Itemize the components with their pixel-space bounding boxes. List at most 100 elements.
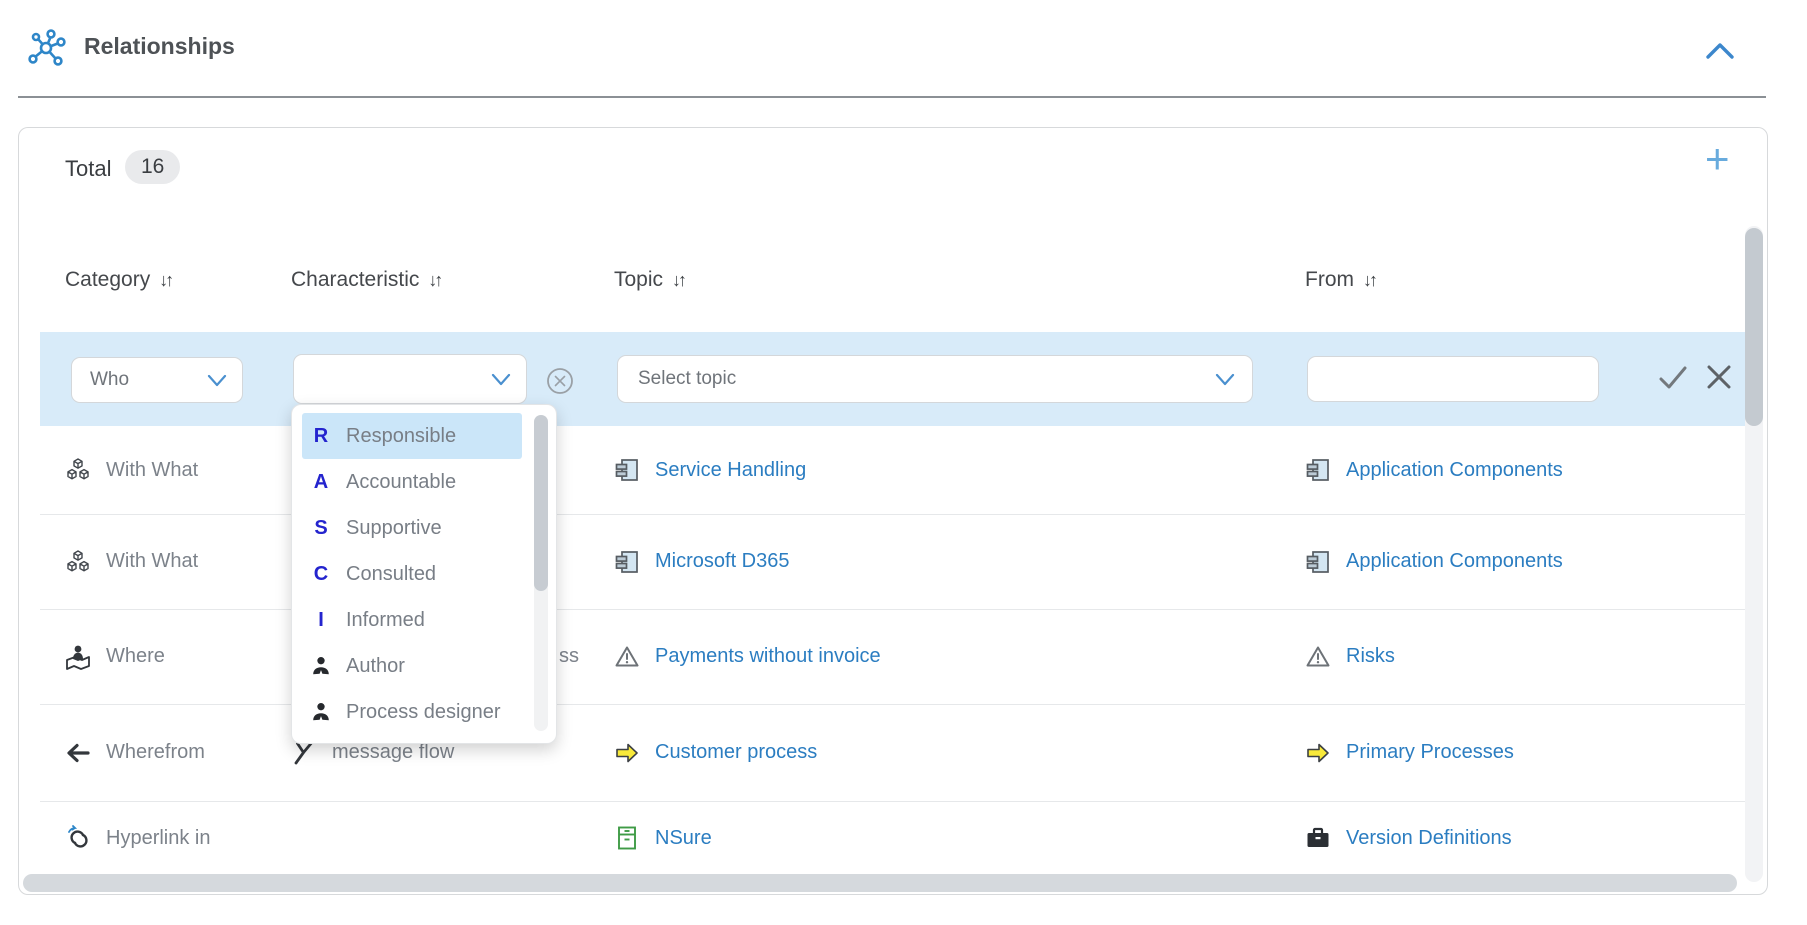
person-icon	[310, 701, 332, 723]
dropdown-item-responsible[interactable]: R Responsible	[302, 413, 522, 459]
row-category: Hyperlink in	[65, 825, 291, 851]
relationships-panel: Total 16 + Category ↓↑ Characteristic ↓↑…	[18, 127, 1768, 895]
total-count-badge: 16	[125, 150, 180, 184]
where-icon	[65, 644, 91, 670]
column-label: Topic	[614, 268, 663, 292]
sort-icon[interactable]: ↓↑	[159, 270, 174, 291]
column-label: Characteristic	[291, 268, 419, 292]
sort-icon[interactable]: ↓↑	[672, 270, 687, 291]
add-relationship-button[interactable]: +	[1705, 138, 1730, 180]
row-category: With What	[65, 457, 291, 483]
total-label: Total	[65, 156, 111, 182]
from-link[interactable]: Application Components	[1346, 550, 1563, 573]
topic-link[interactable]: Service Handling	[655, 459, 806, 482]
relationships-icon	[26, 27, 68, 69]
category-label: Wherefrom	[106, 741, 205, 764]
topic-link[interactable]: Payments without invoice	[655, 645, 881, 668]
dropdown-item-label: Accountable	[346, 471, 456, 494]
dropdown-item-consulted[interactable]: C Consulted	[302, 551, 522, 597]
dropdown-item-informed[interactable]: I Informed	[302, 597, 522, 643]
cubes-icon	[65, 549, 91, 575]
characteristic-select[interactable]	[293, 354, 527, 404]
column-header-characteristic[interactable]: Characteristic ↓↑	[291, 268, 443, 292]
row-topic: Service Handling	[614, 457, 1305, 483]
row-from: Risks	[1305, 644, 1758, 670]
check-icon	[1655, 362, 1691, 394]
rasci-letter: R	[310, 425, 332, 448]
from-link[interactable]: Primary Processes	[1346, 741, 1514, 764]
confirm-button[interactable]	[1655, 362, 1691, 394]
dropdown-item-label: Supportive	[346, 517, 442, 540]
row-topic: Customer process	[614, 740, 1305, 766]
from-input[interactable]	[1307, 356, 1599, 402]
sort-icon[interactable]: ↓↑	[428, 270, 443, 291]
dropdown-item-label: Author	[346, 655, 405, 678]
rasci-letter: I	[310, 609, 332, 632]
chevron-down-icon	[488, 368, 514, 390]
chevron-down-icon	[204, 369, 230, 391]
dropdown-item-process-designer[interactable]: Process designer	[302, 689, 522, 735]
topic-select[interactable]: Select topic	[617, 355, 1253, 403]
dropdown-item-supportive[interactable]: S Supportive	[302, 505, 522, 551]
category-label: With What	[106, 550, 198, 573]
topic-link[interactable]: NSure	[655, 827, 712, 850]
row-from: Version Definitions	[1305, 825, 1758, 851]
category-select-value: Who	[90, 369, 129, 391]
person-icon	[310, 655, 332, 677]
dropdown-item-label: Process designer	[346, 701, 501, 724]
page-title: Relationships	[84, 33, 235, 60]
clear-characteristic-button[interactable]	[545, 366, 575, 396]
dropdown-item-label: Consulted	[346, 563, 436, 586]
category-select[interactable]: Who	[71, 357, 243, 403]
row-topic: Microsoft D365	[614, 549, 1305, 575]
row-from: Application Components	[1305, 549, 1758, 575]
characteristic-label: ss	[559, 645, 579, 668]
row-category: Where	[65, 644, 291, 670]
from-link[interactable]: Version Definitions	[1346, 827, 1512, 850]
chevron-down-icon	[1212, 368, 1238, 390]
vertical-scrollbar-thumb[interactable]	[1745, 228, 1763, 426]
warning-icon	[614, 644, 640, 670]
warning-icon	[1305, 644, 1331, 670]
horizontal-scrollbar-thumb[interactable]	[23, 874, 1737, 892]
application-component-icon	[614, 457, 640, 483]
row-category: With What	[65, 549, 291, 575]
rasci-letter: A	[310, 471, 332, 494]
topic-link[interactable]: Customer process	[655, 741, 817, 764]
column-label: From	[1305, 268, 1354, 292]
dropdown-item-label: Responsible	[346, 425, 456, 448]
cubes-icon	[65, 457, 91, 483]
column-header-topic[interactable]: Topic ↓↑	[614, 268, 687, 292]
category-label: With What	[106, 459, 198, 482]
row-from: Primary Processes	[1305, 740, 1758, 766]
row-from: Application Components	[1305, 457, 1758, 483]
form-green-icon	[614, 825, 640, 851]
application-component-icon	[614, 549, 640, 575]
dropdown-item-author[interactable]: Author	[302, 643, 522, 689]
column-header-category[interactable]: Category ↓↑	[65, 268, 174, 292]
cancel-button[interactable]	[1701, 359, 1737, 395]
from-link[interactable]: Application Components	[1346, 459, 1563, 482]
category-label: Where	[106, 645, 165, 668]
dropdown-item-label: Informed	[346, 609, 425, 632]
chevron-up-icon	[1700, 36, 1740, 66]
row-category: Wherefrom	[65, 740, 291, 766]
characteristic-label: message flow	[332, 741, 454, 764]
category-label: Hyperlink in	[106, 827, 210, 850]
arrow-right-yellow-icon	[1305, 740, 1331, 766]
row-topic: NSure	[614, 825, 1305, 851]
rasci-letter: S	[310, 517, 332, 540]
dropdown-item-accountable[interactable]: A Accountable	[302, 459, 522, 505]
topic-link[interactable]: Microsoft D365	[655, 550, 790, 573]
topic-select-placeholder: Select topic	[638, 368, 736, 390]
collapse-section-button[interactable]	[1700, 36, 1740, 66]
hyperlink-icon	[65, 825, 91, 851]
dropdown-scrollbar-thumb[interactable]	[534, 415, 548, 591]
table-row: Hyperlink in NSure Version Definitions	[40, 801, 1758, 875]
from-link[interactable]: Risks	[1346, 645, 1395, 668]
arrow-left-icon	[65, 740, 91, 766]
column-header-from[interactable]: From ↓↑	[1305, 268, 1378, 292]
section-divider	[18, 96, 1766, 98]
circle-x-icon	[545, 366, 575, 396]
sort-icon[interactable]: ↓↑	[1363, 270, 1378, 291]
